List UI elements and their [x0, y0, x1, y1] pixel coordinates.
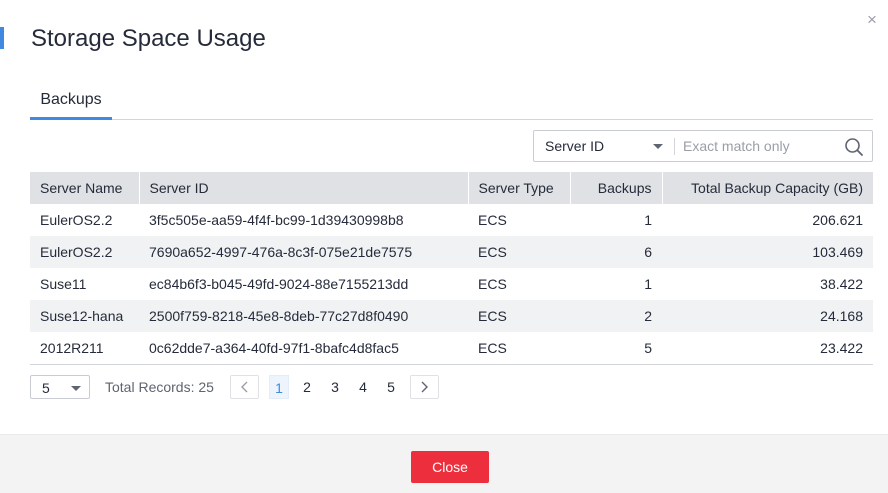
chevron-down-icon	[71, 386, 81, 391]
storage-usage-dialog: Storage Space Usage × Backups Server ID …	[0, 0, 888, 493]
table-row: 2012R211 0c62dde7-a364-40fd-97f1-8bafc4d…	[30, 332, 873, 365]
cell-backups: 1	[570, 268, 662, 300]
close-button[interactable]: Close	[411, 451, 489, 483]
chevron-right-icon	[421, 381, 428, 393]
search-input[interactable]	[683, 132, 833, 160]
search-icon[interactable]	[843, 136, 865, 158]
cell-server-name: EulerOS2.2	[30, 236, 139, 268]
table-row: EulerOS2.2 7690a652-4997-476a-8c3f-075e2…	[30, 236, 873, 268]
filter-field-label: Server ID	[545, 138, 605, 154]
pagination: 5 Total Records: 25 1 2 3 4 5	[30, 375, 530, 399]
cell-server-type: ECS	[468, 236, 570, 268]
cell-server-id: 7690a652-4997-476a-8c3f-075e21de7575	[139, 236, 468, 268]
cell-server-id: 0c62dde7-a364-40fd-97f1-8bafc4d8fac5	[139, 332, 468, 365]
cell-total-capacity: 23.422	[662, 332, 873, 365]
cell-backups: 2	[570, 300, 662, 332]
dialog-title: Storage Space Usage	[31, 25, 266, 52]
cell-server-name: EulerOS2.2	[30, 204, 139, 236]
tab-backups[interactable]: Backups	[30, 86, 112, 120]
cell-backups: 1	[570, 204, 662, 236]
column-header-backups[interactable]: Backups	[570, 172, 663, 204]
page-5-button[interactable]: 5	[381, 375, 401, 399]
page-1-button[interactable]: 1	[269, 375, 289, 399]
page-4-button[interactable]: 4	[353, 375, 373, 399]
table-row: Suse11 ec84b6f3-b045-49fd-9024-88e715521…	[30, 268, 873, 300]
table-row: Suse12-hana 2500f759-8218-45e8-8deb-77c2…	[30, 300, 873, 332]
dialog-footer: Close	[0, 434, 888, 493]
page-2-button[interactable]: 2	[297, 375, 317, 399]
total-records: Total Records: 25	[105, 379, 214, 395]
filter-divider	[674, 138, 675, 155]
backup-table: Server Name Server ID Server Type Backup…	[30, 172, 873, 365]
search-filter: Server ID	[533, 130, 873, 162]
cell-server-name: Suse11	[30, 268, 139, 300]
chevron-down-icon	[653, 144, 663, 149]
column-header-total-capacity[interactable]: Total Backup Capacity (GB)	[662, 172, 873, 204]
cell-total-capacity: 24.168	[662, 300, 873, 332]
page-size-value: 5	[42, 380, 50, 396]
cell-total-capacity: 103.469	[662, 236, 873, 268]
next-page-button[interactable]	[410, 375, 439, 399]
cell-backups: 6	[570, 236, 662, 268]
title-accent-bar	[0, 27, 4, 49]
tab-bar: Backups	[30, 86, 873, 120]
column-header-server-type[interactable]: Server Type	[468, 172, 571, 204]
cell-server-name: Suse12-hana	[30, 300, 139, 332]
prev-page-button[interactable]	[230, 375, 259, 399]
cell-server-id: 3f5c505e-aa59-4f4f-bc99-1d39430998b8	[139, 204, 468, 236]
cell-server-type: ECS	[468, 268, 570, 300]
table-header-row: Server Name Server ID Server Type Backup…	[30, 172, 873, 204]
page-3-button[interactable]: 3	[325, 375, 345, 399]
cell-server-type: ECS	[468, 332, 570, 365]
cell-backups: 5	[570, 332, 662, 365]
filter-field-select[interactable]: Server ID	[534, 131, 674, 161]
column-header-server-name[interactable]: Server Name	[30, 172, 140, 204]
close-icon[interactable]: ×	[862, 10, 882, 30]
cell-total-capacity: 206.621	[662, 204, 873, 236]
cell-server-id: ec84b6f3-b045-49fd-9024-88e7155213dd	[139, 268, 468, 300]
cell-server-type: ECS	[468, 300, 570, 332]
cell-server-id: 2500f759-8218-45e8-8deb-77c27d8f0490	[139, 300, 468, 332]
table-row: EulerOS2.2 3f5c505e-aa59-4f4f-bc99-1d394…	[30, 204, 873, 236]
page-size-select[interactable]: 5	[30, 375, 90, 399]
cell-server-name: 2012R211	[30, 332, 139, 365]
cell-server-type: ECS	[468, 204, 570, 236]
column-header-server-id[interactable]: Server ID	[139, 172, 469, 204]
cell-total-capacity: 38.422	[662, 268, 873, 300]
chevron-left-icon	[241, 381, 248, 393]
